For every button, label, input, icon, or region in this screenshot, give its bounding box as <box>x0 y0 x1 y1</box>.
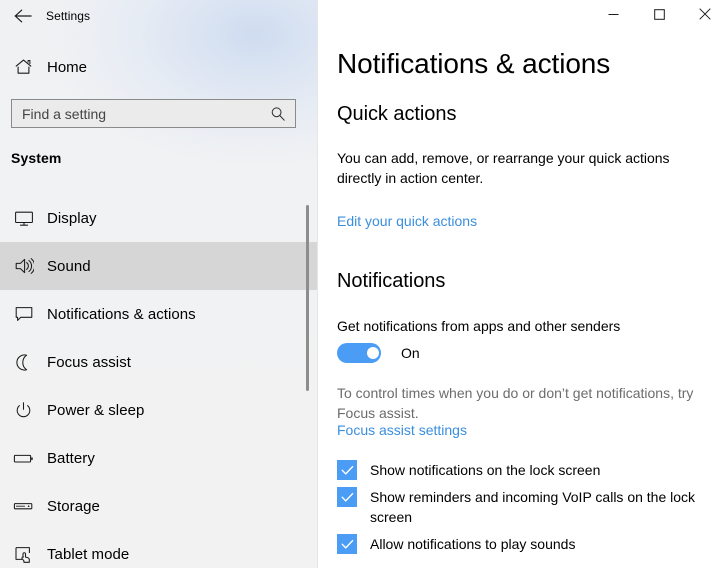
get-notifications-label: Get notifications from apps and other se… <box>337 318 621 334</box>
focus-assist-settings-link[interactable]: Focus assist settings <box>337 420 467 440</box>
quick-actions-heading: Quick actions <box>337 103 457 125</box>
battery-icon <box>0 452 47 465</box>
main-content: Notifications & actions Quick actions Yo… <box>319 0 728 568</box>
search-box[interactable] <box>11 99 296 128</box>
close-button[interactable] <box>682 0 728 32</box>
notifications-toggle[interactable] <box>337 343 381 363</box>
chat-bubble-icon <box>0 305 47 323</box>
app-title: Settings <box>46 9 91 23</box>
notifications-toggle-row: On <box>337 343 420 363</box>
page-title: Notifications & actions <box>337 48 611 79</box>
notifications-toggle-state: On <box>401 345 420 361</box>
power-icon <box>0 401 47 420</box>
sidebar-item-display[interactable]: Display <box>0 194 317 242</box>
sidebar-item-notifications-actions[interactable]: Notifications & actions <box>0 290 317 338</box>
edit-quick-actions-link[interactable]: Edit your quick actions <box>337 211 477 231</box>
checkbox-row-play-sounds[interactable]: Allow notifications to play sounds <box>337 534 719 554</box>
sidebar-item-tablet-mode[interactable]: Tablet mode <box>0 530 317 568</box>
titlebar-left: Settings <box>0 0 317 32</box>
notifications-checkbox-list: Show notifications on the lock screen Sh… <box>337 460 719 561</box>
sidebar-item-tablet-mode-label: Tablet mode <box>47 545 130 563</box>
sidebar-item-home[interactable]: Home <box>0 51 317 83</box>
close-icon <box>699 7 711 25</box>
sidebar-item-battery[interactable]: Battery <box>0 434 317 482</box>
sidebar-item-storage-label: Storage <box>47 497 100 515</box>
checkbox-row-lock-screen[interactable]: Show notifications on the lock screen <box>337 460 719 480</box>
checkbox-label-play-sounds: Allow notifications to play sounds <box>370 536 576 552</box>
sidebar-item-power-sleep-label: Power & sleep <box>47 401 145 419</box>
toggle-knob <box>367 347 379 359</box>
home-icon <box>0 58 47 76</box>
focus-assist-description: To control times when you do or don’t ge… <box>337 385 694 421</box>
minimize-icon <box>608 7 619 25</box>
maximize-button[interactable] <box>636 0 682 32</box>
checkbox-label-lock-screen: Show notifications on the lock screen <box>370 462 601 478</box>
sidebar-item-display-label: Display <box>47 209 97 227</box>
sidebar-section-heading: System <box>11 150 62 166</box>
notifications-heading: Notifications <box>337 270 446 292</box>
sidebar-item-power-sleep[interactable]: Power & sleep <box>0 386 317 434</box>
sidebar-nav-list: Display Sound Notifications & actions Fo… <box>0 194 317 568</box>
sidebar-item-sound-label: Sound <box>47 257 91 275</box>
quick-actions-description: You can add, remove, or rearrange your q… <box>337 150 670 186</box>
sidebar-item-sound[interactable]: Sound <box>0 242 317 290</box>
moon-icon <box>0 353 47 372</box>
tablet-hand-icon <box>0 545 47 564</box>
drive-icon <box>0 500 47 512</box>
settings-window: Settings Home System <box>0 0 728 568</box>
maximize-icon <box>653 7 665 25</box>
monitor-icon <box>0 210 47 227</box>
checkmark-icon[interactable] <box>337 534 357 554</box>
search-input[interactable] <box>22 100 269 127</box>
sidebar-item-focus-assist[interactable]: Focus assist <box>0 338 317 386</box>
window-controls <box>590 0 728 32</box>
speaker-icon <box>0 257 47 275</box>
checkbox-label-voip-calls: Show reminders and incoming VoIP calls o… <box>370 489 696 525</box>
back-arrow-icon <box>14 9 32 23</box>
sidebar-item-notifications-actions-label: Notifications & actions <box>47 305 196 323</box>
sidebar-item-home-label: Home <box>47 58 88 76</box>
minimize-button[interactable] <box>590 0 636 32</box>
sidebar-item-focus-assist-label: Focus assist <box>47 353 131 371</box>
checkmark-icon[interactable] <box>337 460 357 480</box>
sidebar: Settings Home System <box>0 0 318 568</box>
sidebar-item-battery-label: Battery <box>47 449 95 467</box>
checkbox-row-voip-calls[interactable]: Show reminders and incoming VoIP calls o… <box>337 487 719 527</box>
checkmark-icon[interactable] <box>337 487 357 507</box>
sidebar-scrollbar[interactable] <box>306 205 309 391</box>
search-icon[interactable] <box>269 105 287 123</box>
sidebar-item-storage[interactable]: Storage <box>0 482 317 530</box>
back-button[interactable] <box>0 0 46 32</box>
